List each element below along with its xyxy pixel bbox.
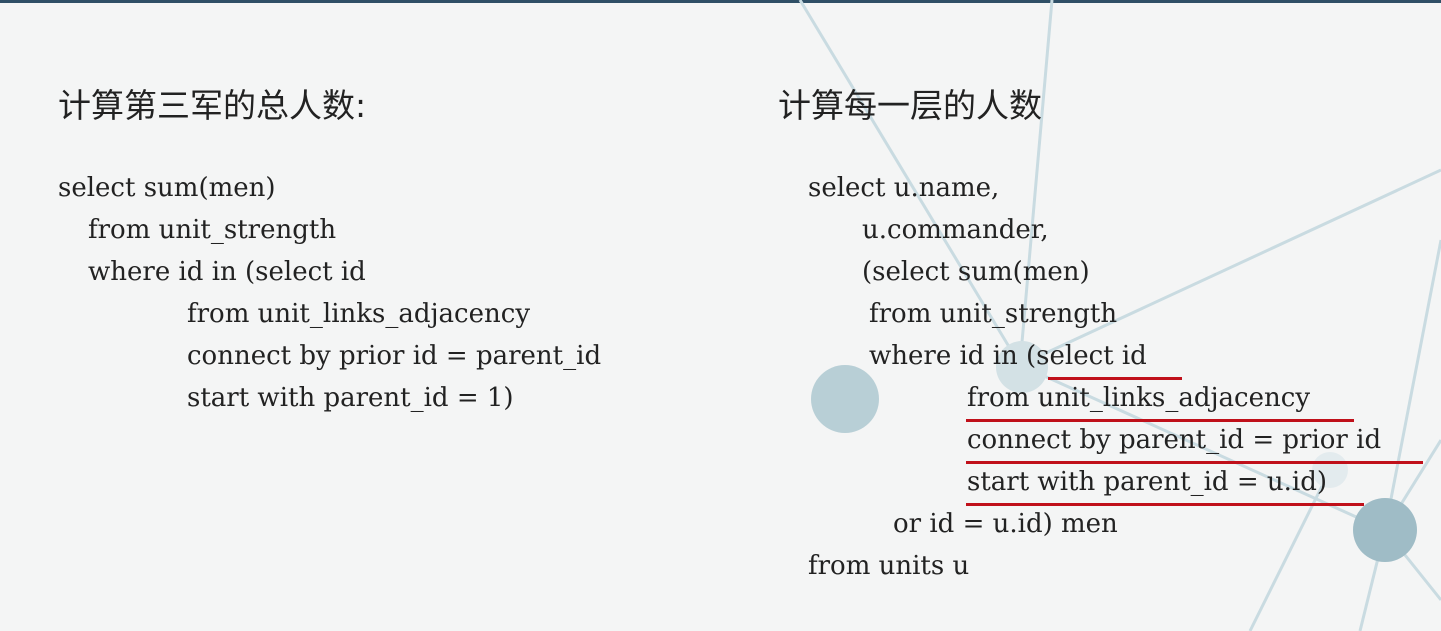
right-code-line: from unit_strength (869, 299, 1118, 329)
highlight-underline (966, 419, 1354, 422)
right-code-line: select u.name, (808, 173, 1000, 203)
left-code-line: select sum(men) (58, 173, 276, 203)
right-code-line: from units u (808, 551, 970, 581)
left-heading: 计算第三军的总人数: (58, 86, 367, 125)
right-code-line: or id = u.id) men (893, 509, 1118, 539)
left-code-line: from unit_strength (88, 215, 337, 245)
highlight-underline (966, 503, 1364, 506)
right-code-line: connect by parent_id = prior id (967, 425, 1382, 455)
right-code-line: from unit_links_adjacency (967, 383, 1311, 413)
left-code-line: where id in (select id (88, 257, 366, 287)
left-code-line: connect by prior id = parent_id (187, 341, 602, 371)
highlight-underline (966, 461, 1423, 464)
left-code-line: start with parent_id = 1) (187, 383, 514, 413)
right-code-line: (select sum(men) (862, 257, 1090, 287)
highlight-underline (1048, 377, 1182, 380)
right-code-line: where id in (select id (869, 341, 1147, 371)
right-code-line: start with parent_id = u.id) (967, 467, 1328, 497)
right-heading: 计算每一层的人数 (778, 86, 1042, 125)
left-code-line: from unit_links_adjacency (187, 299, 531, 329)
right-code-line: u.commander, (862, 215, 1049, 245)
